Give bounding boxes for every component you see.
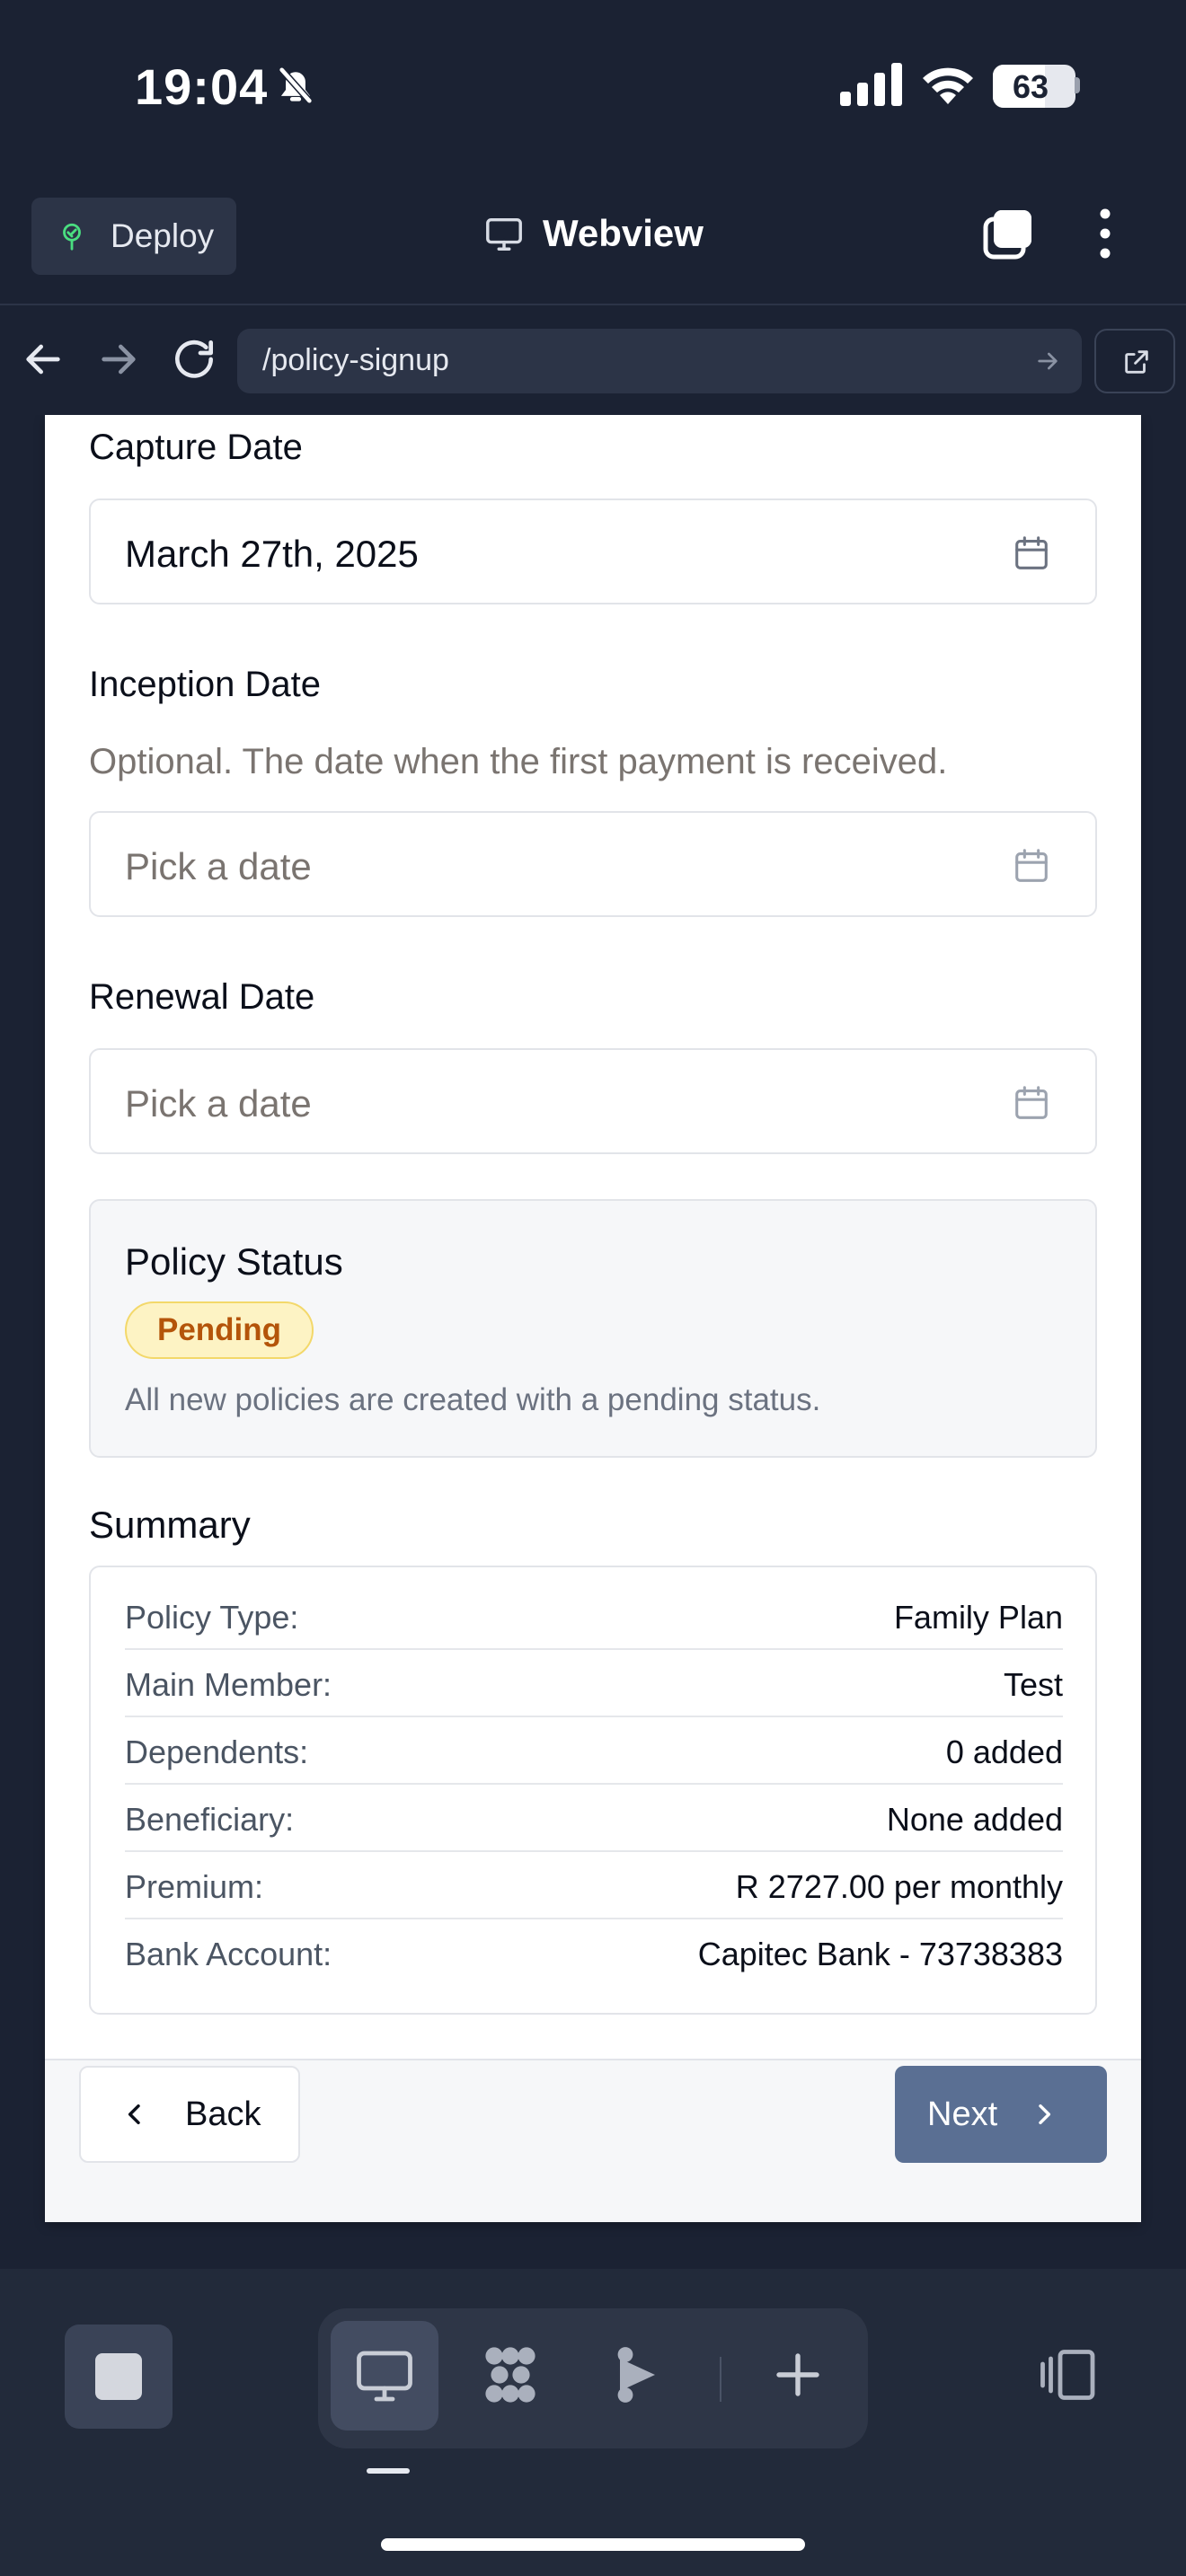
monitor-icon — [357, 2351, 412, 2402]
back-label: Back — [185, 2095, 261, 2133]
webview-title: Webview — [483, 212, 704, 255]
form-footer: Back Next — [45, 2059, 1141, 2222]
address-bar: /policy-signup — [0, 307, 1186, 415]
plus-icon — [776, 2353, 819, 2396]
inception-date-field[interactable]: Pick a date — [89, 811, 1097, 917]
split-view-icon[interactable] — [1035, 2342, 1102, 2407]
deploy-button[interactable]: Deploy — [31, 198, 236, 275]
capture-date-value: March 27th, 2025 — [125, 533, 419, 575]
calendar-icon — [1015, 536, 1048, 569]
status-time: 19:04 — [135, 58, 269, 115]
summary-key: Bank Account: — [125, 1936, 332, 1972]
policy-status-title: Policy Status — [125, 1240, 343, 1283]
status-badge: Pending — [125, 1301, 314, 1359]
summary-table: Policy Type: Family Plan Main Member: Te… — [89, 1566, 1097, 2015]
chevron-right-icon — [1039, 2104, 1051, 2125]
summary-row: Dependents: 0 added — [125, 1717, 1063, 1785]
inception-date-placeholder: Pick a date — [125, 845, 312, 887]
arrow-right-icon[interactable] — [93, 334, 144, 384]
summary-value: R 2727.00 per monthly — [735, 1868, 1063, 1905]
summary-row: Premium: R 2727.00 per monthly — [125, 1852, 1063, 1919]
renewal-date-label: Renewal Date — [89, 977, 315, 1017]
summary-key: Policy Type: — [125, 1599, 299, 1636]
webview-title-label: Webview — [543, 212, 704, 254]
capture-date-field[interactable]: March 27th, 2025 — [89, 498, 1097, 604]
renewal-date-field[interactable]: Pick a date — [89, 1048, 1097, 1154]
chevron-left-icon — [128, 2104, 140, 2125]
open-external-button[interactable] — [1094, 329, 1175, 393]
inception-date-label: Inception Date — [89, 665, 321, 704]
summary-key: Dependents: — [125, 1734, 309, 1770]
app-toolbar: Deploy Webview — [0, 180, 1186, 305]
policy-status-panel: Policy Status Pending All new policies a… — [89, 1199, 1097, 1458]
go-arrow-icon[interactable] — [1033, 347, 1062, 375]
stop-button[interactable] — [65, 2325, 173, 2429]
calendar-icon — [1015, 849, 1048, 882]
summary-row: Main Member: Test — [125, 1650, 1063, 1717]
renewal-date-placeholder: Pick a date — [125, 1082, 312, 1125]
plant-icon — [63, 223, 81, 251]
webview-viewport: Capture Date March 27th, 2025 Inception … — [0, 415, 1186, 2269]
monitor-icon — [486, 217, 522, 251]
next-label: Next — [927, 2095, 998, 2133]
summary-row: Beneficiary: None added — [125, 1785, 1063, 1852]
status-bar: 19:04 63 — [0, 0, 1186, 180]
battery-tip — [1075, 77, 1080, 93]
tabs-icon[interactable] — [981, 207, 1037, 262]
url-text: /policy-signup — [262, 343, 449, 377]
inception-date-hint: Optional. The date when the first paymen… — [89, 742, 948, 781]
summary-key: Premium: — [125, 1868, 264, 1905]
summary-key: Main Member: — [125, 1666, 332, 1703]
signal-icon — [840, 63, 902, 106]
summary-row: Bank Account: Capitec Bank - 73738383 — [125, 1919, 1063, 1987]
summary-value: Test — [1003, 1666, 1063, 1703]
next-button[interactable]: Next — [895, 2066, 1107, 2163]
url-field[interactable]: /policy-signup — [237, 329, 1082, 393]
tool-add[interactable] — [744, 2321, 852, 2430]
capture-date-label: Capture Date — [89, 428, 303, 467]
battery-percent: 63 — [1012, 68, 1049, 105]
battery-icon: 63 — [993, 65, 1075, 108]
dock-tool-group — [318, 2308, 868, 2448]
policy-signup-card: Capture Date March 27th, 2025 Inception … — [45, 415, 1141, 2222]
more-vertical-icon[interactable] — [1087, 207, 1123, 260]
summary-value: Capitec Bank - 73738383 — [697, 1936, 1063, 1972]
deploy-label: Deploy — [111, 217, 215, 254]
external-link-icon — [1125, 350, 1148, 374]
summary-row: Policy Type: Family Plan — [125, 1583, 1063, 1650]
play-branch-icon — [617, 2347, 655, 2403]
policy-status-note: All new policies are created with a pend… — [125, 1382, 821, 1417]
bell-off-icon — [278, 66, 314, 105]
tool-workspace[interactable] — [456, 2321, 564, 2430]
bottom-dock — [0, 2269, 1186, 2576]
home-indicator — [381, 2538, 805, 2551]
calendar-icon — [1015, 1086, 1048, 1119]
tool-run[interactable] — [582, 2321, 690, 2430]
dock-divider — [720, 2357, 721, 2402]
summary-value: Family Plan — [893, 1599, 1063, 1636]
active-tool-indicator — [367, 2468, 410, 2474]
arrow-left-icon[interactable] — [18, 334, 68, 384]
back-button[interactable]: Back — [79, 2066, 300, 2163]
wifi-icon — [923, 67, 973, 104]
reload-icon[interactable] — [169, 334, 219, 384]
stop-icon — [95, 2353, 142, 2400]
summary-value: 0 added — [945, 1734, 1063, 1770]
summary-title: Summary — [89, 1504, 251, 1546]
summary-value: None added — [886, 1801, 1063, 1838]
tool-webview[interactable] — [331, 2321, 438, 2430]
summary-key: Beneficiary: — [125, 1801, 295, 1838]
dots-grid-icon — [485, 2347, 535, 2403]
